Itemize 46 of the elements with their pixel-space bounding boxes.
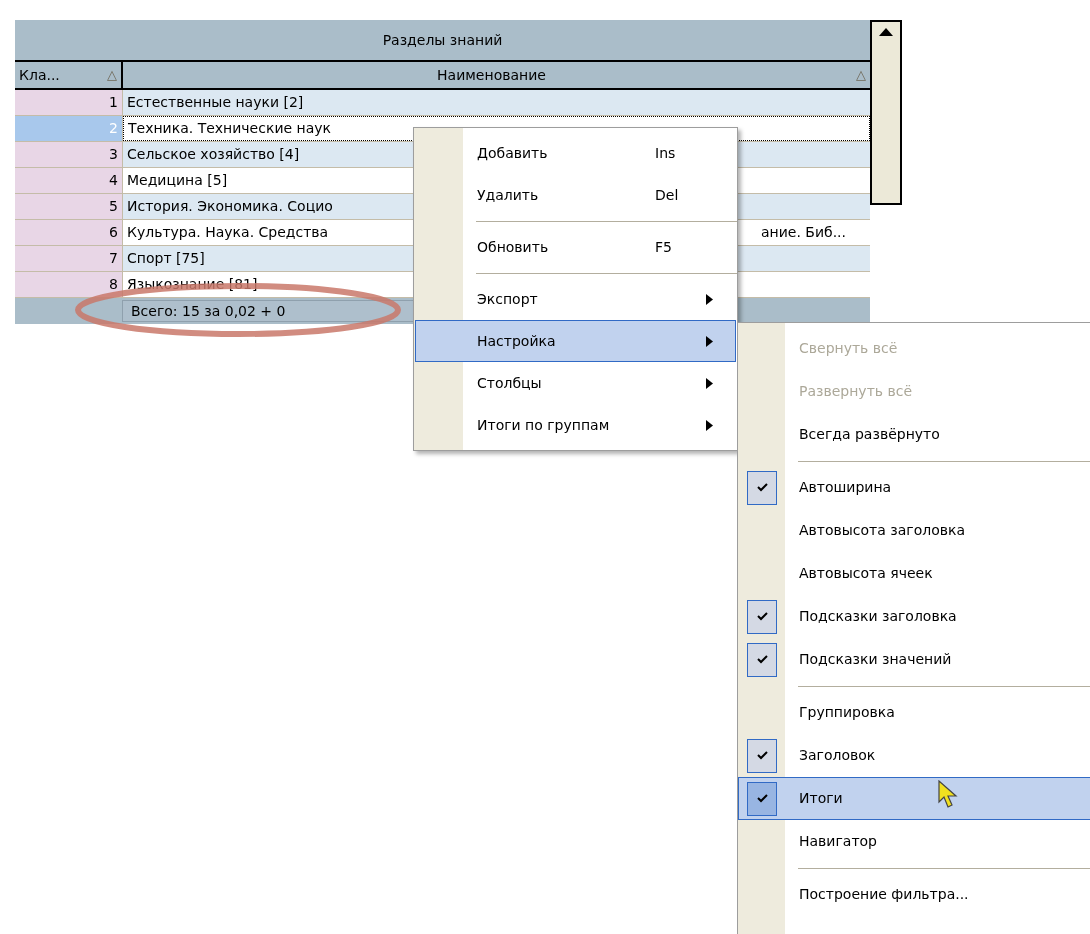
key-cell: 4 [15,168,123,193]
grid-title: Разделы знаний [15,20,870,62]
key-cell: 3 [15,142,123,167]
column-header[interactable]: Наименование △ [123,62,870,88]
menu-item[interactable]: Итоги [738,777,1090,820]
menu-item[interactable]: Заголовок [738,734,1090,777]
submenu-arrow-icon [706,293,713,305]
scroll-up-icon[interactable] [879,28,893,36]
check-icon [756,751,768,760]
checkbox[interactable] [747,470,777,505]
check-icon [756,655,768,664]
key-cell: 1 [15,90,123,115]
menu-item[interactable]: Автовысота ячеек [738,552,1090,595]
sort-icon: △ [856,65,866,85]
key-cell: 5 [15,194,123,219]
table-cell: Естественные науки [2] [123,90,870,115]
shortcut-label: Ins [655,143,676,163]
key-cell: 7 [15,246,123,271]
menu-item[interactable]: Автовысота заголовка [738,509,1090,552]
menu-item[interactable]: Настройка [415,320,736,362]
menu-item[interactable]: Построение фильтра... [738,873,1090,916]
checkbox[interactable] [747,781,777,816]
submenu-arrow-icon [706,377,713,389]
menu-item[interactable]: Группировка [738,691,1090,734]
cursor-icon [938,780,960,810]
menu-item[interactable]: Итоги по группам [415,404,736,446]
key-cell: 8 [15,272,123,297]
submenu-arrow-icon [706,335,713,347]
menu-item[interactable]: Подсказки заголовка [738,595,1090,638]
sort-icon: △ [107,65,117,85]
key-cell: 6 [15,220,123,245]
checkbox[interactable] [747,599,777,634]
check-icon [756,612,768,621]
checkbox[interactable] [747,642,777,677]
check-icon [756,794,768,803]
column-header[interactable]: Кла... △ [15,62,123,88]
checkbox[interactable] [747,738,777,773]
menu-item[interactable]: Автоширина [738,466,1090,509]
scrollbar[interactable] [870,20,902,205]
check-icon [756,483,768,492]
submenu-arrow-icon [706,419,713,431]
menu-item[interactable]: Столбцы [415,362,736,404]
menu-item[interactable]: Всегда развёрнуто [738,413,1090,456]
key-cell: 2 [15,116,123,141]
menu-item[interactable]: Подсказки значений [738,638,1090,681]
menu-item[interactable]: Навигатор [738,820,1090,863]
